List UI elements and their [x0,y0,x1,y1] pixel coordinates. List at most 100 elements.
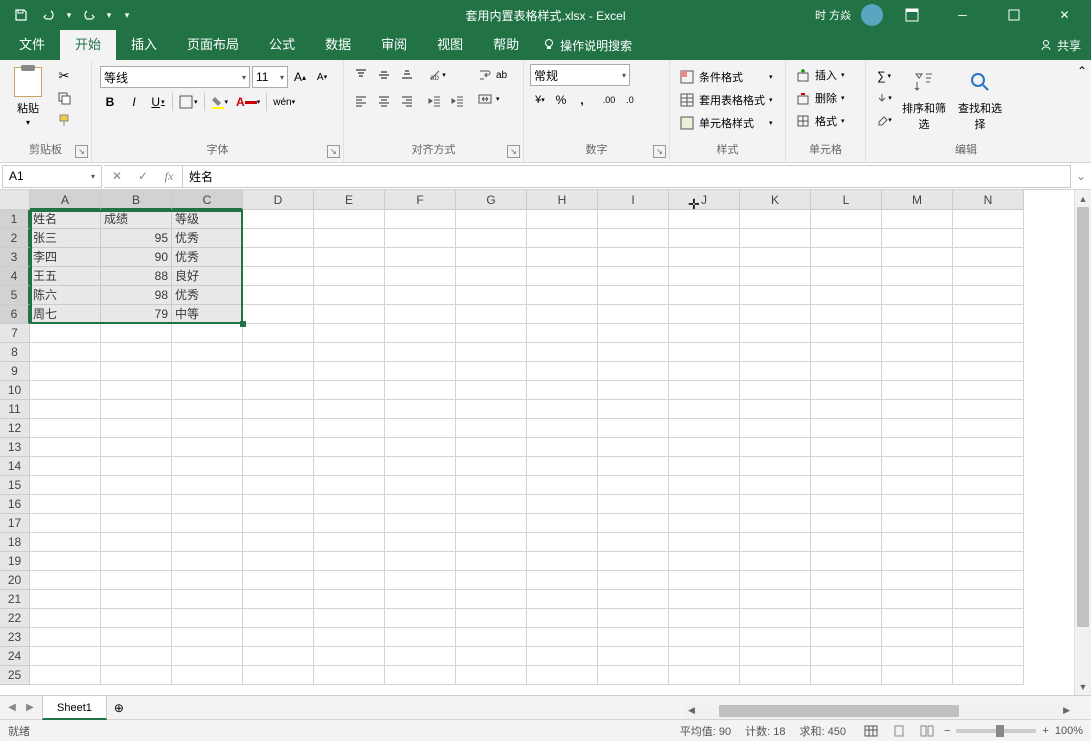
cell[interactable] [953,305,1024,324]
cell[interactable] [172,628,243,647]
cell[interactable] [882,305,953,324]
tab-nav-prev[interactable]: ◀ [4,702,20,713]
cell[interactable] [598,628,669,647]
cell[interactable] [314,590,385,609]
cell[interactable] [882,438,953,457]
cell[interactable] [101,571,172,590]
cell[interactable] [30,476,101,495]
row-header-13[interactable]: 13 [0,438,30,457]
cell[interactable] [527,628,598,647]
cell[interactable] [527,343,598,362]
cell[interactable] [811,248,882,267]
paste-button[interactable]: 粘贴 ▾ [6,64,50,129]
cell[interactable] [740,628,811,647]
cell[interactable] [314,419,385,438]
row-header-24[interactable]: 24 [0,647,30,666]
cell[interactable] [527,210,598,229]
save-button[interactable] [8,2,34,28]
cell[interactable] [243,533,314,552]
cell[interactable] [456,362,527,381]
scroll-thumb-v[interactable] [1077,207,1089,627]
cell[interactable] [243,457,314,476]
cell[interactable] [172,438,243,457]
cell[interactable] [598,324,669,343]
cell[interactable] [385,533,456,552]
tab-data[interactable]: 数据 [310,30,366,60]
cell[interactable] [811,400,882,419]
cell[interactable] [882,647,953,666]
cell[interactable] [314,229,385,248]
cell[interactable] [953,533,1024,552]
cell[interactable] [385,362,456,381]
cell[interactable] [953,647,1024,666]
cell[interactable] [740,476,811,495]
cell[interactable] [314,362,385,381]
cell[interactable] [527,514,598,533]
cell[interactable] [882,343,953,362]
cell[interactable] [243,210,314,229]
cell[interactable] [172,495,243,514]
font-dialog-launcher[interactable]: ↘ [327,145,340,158]
tab-view[interactable]: 视图 [422,30,478,60]
cell[interactable] [172,590,243,609]
cell[interactable] [669,286,740,305]
cell[interactable] [811,609,882,628]
cell[interactable] [882,248,953,267]
cell[interactable] [385,324,456,343]
cell[interactable]: 姓名 [30,210,101,229]
cell[interactable] [527,609,598,628]
cell[interactable] [101,590,172,609]
cell[interactable] [456,495,527,514]
font-name-combo[interactable]: 等线▾ [100,66,250,88]
cell[interactable] [740,514,811,533]
increase-decimal-button[interactable]: .00 [599,90,619,110]
cell[interactable] [527,305,598,324]
insert-cells-button[interactable]: 插入▾ [792,64,848,86]
cell[interactable] [740,267,811,286]
cell[interactable] [30,590,101,609]
cell[interactable] [669,647,740,666]
select-all-corner[interactable] [0,190,30,210]
scroll-right-button[interactable]: ▶ [1059,705,1074,716]
cell[interactable] [811,457,882,476]
cell[interactable] [385,647,456,666]
cell[interactable] [740,305,811,324]
cell[interactable] [669,628,740,647]
ribbon-options-button[interactable] [889,0,934,30]
column-header-C[interactable]: C [172,190,243,210]
cell[interactable] [953,400,1024,419]
cell[interactable] [598,571,669,590]
cell[interactable] [811,229,882,248]
cell[interactable] [598,267,669,286]
cell[interactable] [811,552,882,571]
cell[interactable] [101,457,172,476]
cell[interactable] [172,419,243,438]
cell[interactable]: 中等 [172,305,243,324]
cell[interactable] [385,514,456,533]
cell[interactable] [953,286,1024,305]
cell[interactable] [172,647,243,666]
cell[interactable] [740,609,811,628]
align-top-button[interactable] [350,64,372,86]
cell[interactable] [740,495,811,514]
cell[interactable] [172,324,243,343]
cell[interactable] [456,381,527,400]
row-header-16[interactable]: 16 [0,495,30,514]
cell[interactable] [385,305,456,324]
undo-button[interactable] [36,2,62,28]
cell[interactable]: 成绩 [101,210,172,229]
cell[interactable] [101,438,172,457]
sort-filter-button[interactable]: 排序和筛选 [896,64,952,134]
cell[interactable] [882,552,953,571]
cell[interactable] [598,476,669,495]
scroll-thumb-h[interactable] [719,705,959,717]
cell[interactable] [953,438,1024,457]
cell[interactable] [456,666,527,685]
cell[interactable] [30,647,101,666]
cell[interactable] [243,647,314,666]
cell[interactable] [953,343,1024,362]
cell[interactable]: 良好 [172,267,243,286]
cell[interactable]: 90 [101,248,172,267]
vertical-scrollbar[interactable]: ▲ ▼ [1074,190,1091,695]
cell[interactable] [243,590,314,609]
